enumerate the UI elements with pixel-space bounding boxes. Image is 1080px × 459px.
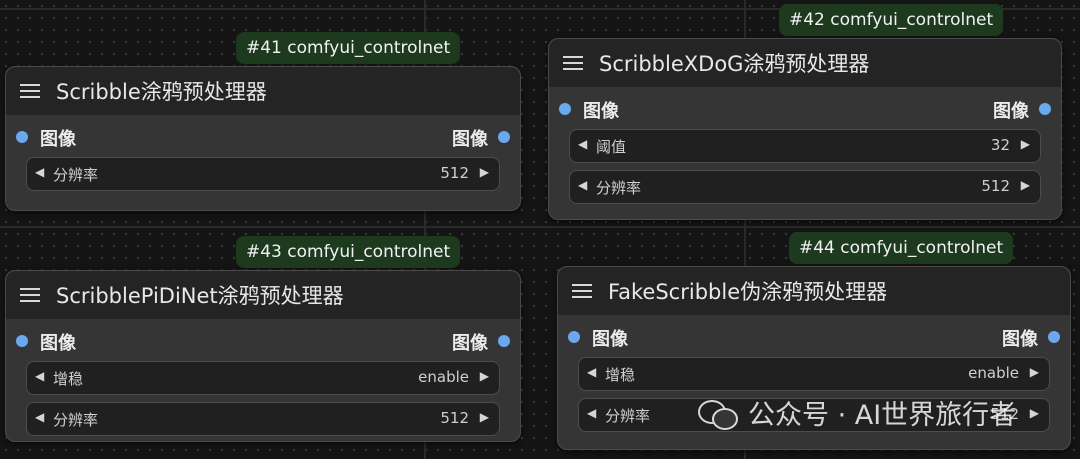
widget-resolution[interactable]: ◀ 分辨率 512 ▶ (569, 170, 1041, 204)
node-header[interactable]: FakeScribble伪涂鸦预处理器 (558, 267, 1070, 315)
menu-icon[interactable] (572, 283, 592, 299)
input-slot-dot[interactable] (16, 131, 28, 143)
decrement-arrow-icon[interactable]: ◀ (35, 165, 44, 179)
node-scribble-xdog[interactable]: ScribbleXDoG涂鸦预处理器 图像 图像 ◀ 阈值 32 ▶ ◀ 分辨率… (548, 38, 1062, 220)
widget-value: 512 (440, 164, 469, 182)
widget-value: enable (968, 364, 1019, 382)
node-scribble-pidinet[interactable]: ScribblePiDiNet涂鸦预处理器 图像 图像 ◀ 增稳 enable … (5, 270, 521, 442)
widget-label: 增稳 (53, 370, 84, 388)
wechat-icon (698, 398, 738, 430)
decrement-arrow-icon[interactable]: ◀ (578, 137, 587, 151)
output-label: 图像 (1002, 329, 1038, 350)
decrement-arrow-icon[interactable]: ◀ (35, 369, 44, 383)
badge-text: #42 comfyui_controlnet (789, 10, 994, 30)
widget-label: 增稳 (605, 366, 636, 384)
badge-text: #41 comfyui_controlnet (246, 38, 451, 58)
node-header[interactable]: ScribblePiDiNet涂鸦预处理器 (6, 271, 520, 319)
increment-arrow-icon[interactable]: ▶ (480, 165, 489, 179)
watermark: 公众号 · AI世界旅行者 (698, 393, 1016, 432)
increment-arrow-icon[interactable]: ▶ (1030, 365, 1039, 379)
widget-resolution[interactable]: ◀ 分辨率 512 ▶ (26, 402, 500, 436)
increment-arrow-icon[interactable]: ▶ (1030, 406, 1039, 420)
widget-value: 512 (440, 409, 469, 427)
watermark-text: 公众号 · AI世界旅行者 (748, 400, 1017, 431)
io-row: 图像 图像 (549, 87, 1061, 129)
menu-icon[interactable] (563, 55, 583, 71)
input-label: 图像 (40, 129, 76, 150)
io-row: 图像 图像 (558, 315, 1070, 357)
io-row: 图像 图像 (6, 115, 520, 157)
io-row: 图像 图像 (6, 319, 520, 361)
node-badge-42: #42 comfyui_controlnet (779, 4, 1004, 36)
widget-label: 分辨率 (605, 407, 651, 425)
node-header[interactable]: Scribble涂鸦预处理器 (6, 67, 520, 115)
decrement-arrow-icon[interactable]: ◀ (578, 178, 587, 192)
widget-label: 分辨率 (596, 179, 642, 197)
increment-arrow-icon[interactable]: ▶ (480, 410, 489, 424)
output-slot-dot[interactable] (1048, 331, 1060, 343)
node-scribble[interactable]: Scribble涂鸦预处理器 图像 图像 ◀ 分辨率 512 ▶ (5, 66, 521, 211)
increment-arrow-icon[interactable]: ▶ (1021, 137, 1030, 151)
node-badge-41: #41 comfyui_controlnet (236, 32, 461, 64)
node-title: ScribbleXDoG涂鸦预处理器 (599, 52, 870, 76)
widget-label: 阈值 (596, 138, 627, 156)
decrement-arrow-icon[interactable]: ◀ (587, 406, 596, 420)
output-label: 图像 (993, 101, 1029, 122)
input-slot-dot[interactable] (559, 103, 571, 115)
output-label: 图像 (452, 333, 488, 354)
badge-text: #43 comfyui_controlnet (246, 242, 451, 262)
output-slot-dot[interactable] (1039, 103, 1051, 115)
input-label: 图像 (40, 333, 76, 354)
output-slot-dot[interactable] (498, 335, 510, 347)
canvas-grid-line (0, 226, 1080, 228)
widget-safe[interactable]: ◀ 增稳 enable ▶ (578, 357, 1050, 391)
increment-arrow-icon[interactable]: ▶ (1021, 178, 1030, 192)
node-header[interactable]: ScribbleXDoG涂鸦预处理器 (549, 39, 1061, 87)
widget-threshold[interactable]: ◀ 阈值 32 ▶ (569, 129, 1041, 163)
decrement-arrow-icon[interactable]: ◀ (587, 365, 596, 379)
widget-resolution[interactable]: ◀ 分辨率 512 ▶ (26, 157, 500, 191)
menu-icon[interactable] (20, 287, 40, 303)
input-slot-dot[interactable] (16, 335, 28, 347)
node-title: FakeScribble伪涂鸦预处理器 (608, 280, 888, 304)
increment-arrow-icon[interactable]: ▶ (480, 369, 489, 383)
input-label: 图像 (583, 101, 619, 122)
node-title: Scribble涂鸦预处理器 (56, 80, 267, 104)
node-title: ScribblePiDiNet涂鸦预处理器 (56, 284, 344, 308)
output-slot-dot[interactable] (498, 131, 510, 143)
widget-value: enable (418, 368, 469, 386)
widget-value: 32 (990, 136, 1010, 154)
widget-safe[interactable]: ◀ 增稳 enable ▶ (26, 361, 500, 395)
node-badge-43: #43 comfyui_controlnet (236, 236, 461, 268)
menu-icon[interactable] (20, 83, 40, 99)
widget-label: 分辨率 (53, 411, 99, 429)
output-label: 图像 (452, 129, 488, 150)
input-slot-dot[interactable] (568, 331, 580, 343)
decrement-arrow-icon[interactable]: ◀ (35, 410, 44, 424)
input-label: 图像 (592, 329, 628, 350)
widget-label: 分辨率 (53, 166, 99, 184)
badge-text: #44 comfyui_controlnet (799, 238, 1004, 258)
widget-value: 512 (981, 177, 1010, 195)
node-badge-44: #44 comfyui_controlnet (789, 232, 1014, 264)
